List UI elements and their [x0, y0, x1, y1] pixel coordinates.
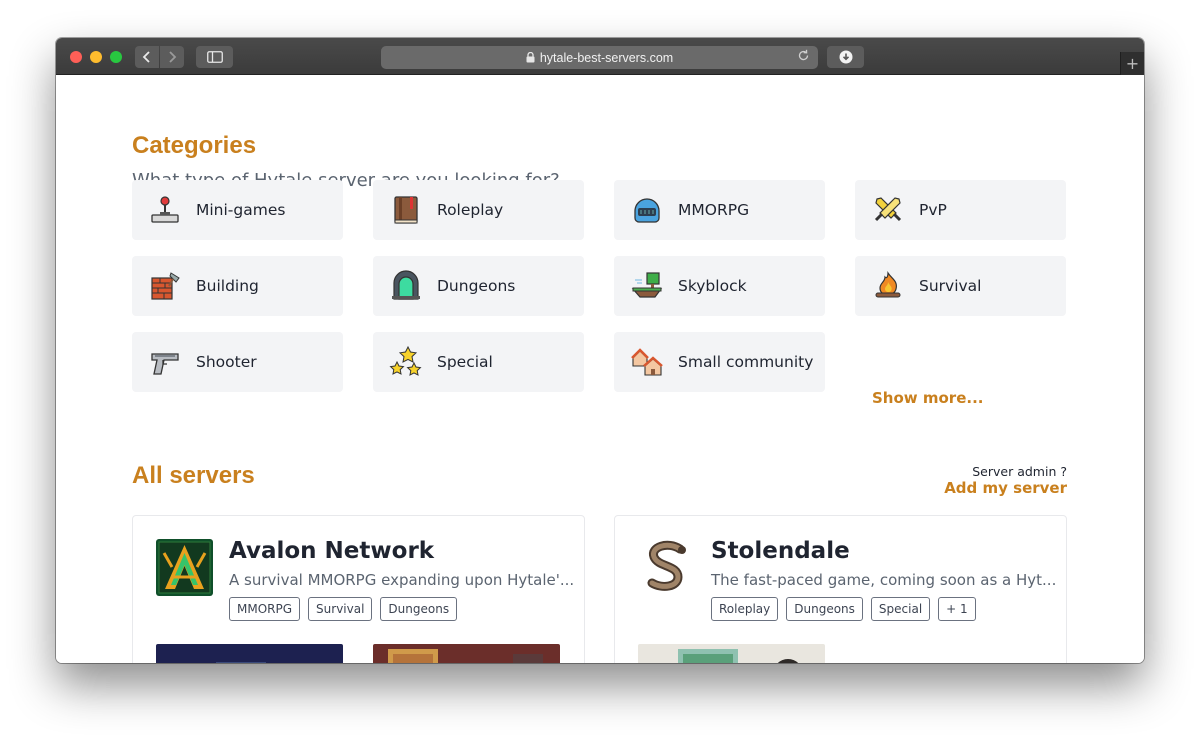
server-screenshot[interactable]: [156, 644, 343, 663]
download-icon: [839, 50, 852, 64]
category-label: Shooter: [196, 353, 257, 371]
categories-heading: Categories: [132, 132, 257, 159]
server-description: A survival MMORPG expanding upon Hytale'…: [229, 571, 575, 589]
server-tags: Roleplay Dungeons Special + 1: [711, 597, 976, 621]
chevron-right-icon: [169, 51, 177, 63]
all-servers-heading: All servers: [132, 462, 255, 489]
stars-icon: [389, 345, 423, 379]
sidebar-toggle-button[interactable]: [196, 46, 233, 68]
category-special[interactable]: Special: [373, 332, 584, 392]
server-admin-question: Server admin ?: [972, 464, 1067, 479]
category-survival[interactable]: Survival: [855, 256, 1066, 316]
new-tab-button[interactable]: +: [1120, 52, 1144, 75]
browser-toolbar: hytale-best-servers.com +: [56, 38, 1144, 75]
category-dungeons[interactable]: Dungeons: [373, 256, 584, 316]
server-tag-more[interactable]: + 1: [938, 597, 976, 621]
sidebar-icon: [206, 51, 223, 63]
category-label: Special: [437, 353, 493, 371]
server-description: The fast-paced game, coming soon as a Hy…: [711, 571, 1057, 589]
server-name[interactable]: Avalon Network: [229, 538, 434, 564]
helmet-icon: [630, 193, 664, 227]
category-mmorpg[interactable]: MMORPG: [614, 180, 825, 240]
browser-window: hytale-best-servers.com + Categories Wha…: [56, 38, 1144, 663]
campfire-icon: [871, 269, 905, 303]
back-button[interactable]: [135, 46, 159, 68]
server-screenshot[interactable]: [855, 644, 1042, 663]
server-screenshot[interactable]: [373, 644, 560, 663]
category-building[interactable]: Building: [132, 256, 343, 316]
address-url: hytale-best-servers.com: [539, 50, 674, 65]
server-card-stolendale[interactable]: Stolendale The fast-paced game, coming s…: [614, 515, 1067, 663]
category-skyblock[interactable]: Skyblock: [614, 256, 825, 316]
close-window-button[interactable]: [70, 51, 82, 63]
category-label: Skyblock: [678, 277, 747, 295]
server-tags: MMORPG Survival Dungeons: [229, 597, 458, 621]
joystick-icon: [148, 193, 182, 227]
lock-icon: [526, 52, 535, 63]
brick-wall-icon: [148, 269, 182, 303]
crossed-swords-icon: [871, 193, 905, 227]
category-mini-games[interactable]: Mini-games: [132, 180, 343, 240]
server-tag[interactable]: Roleplay: [711, 597, 779, 621]
server-tag[interactable]: Survival: [308, 597, 373, 621]
address-bar[interactable]: hytale-best-servers.com: [381, 46, 818, 69]
pistol-icon: [148, 345, 182, 379]
dungeon-door-icon: [389, 269, 423, 303]
server-tag[interactable]: MMORPG: [229, 597, 301, 621]
category-label: PvP: [919, 201, 947, 219]
houses-icon: [630, 345, 664, 379]
category-label: Small community: [678, 353, 814, 371]
minimize-window-button[interactable]: [90, 51, 102, 63]
category-pvp[interactable]: PvP: [855, 180, 1066, 240]
book-icon: [389, 193, 423, 227]
category-label: Survival: [919, 277, 982, 295]
reload-icon[interactable]: [797, 49, 810, 65]
category-label: Building: [196, 277, 259, 295]
category-label: Mini-games: [196, 201, 286, 219]
zoom-window-button[interactable]: [110, 51, 122, 63]
plus-icon: +: [1125, 54, 1140, 73]
server-tag[interactable]: Dungeons: [380, 597, 458, 621]
avalon-logo-icon: [156, 539, 213, 596]
server-screenshot[interactable]: [638, 644, 825, 663]
category-roleplay[interactable]: Roleplay: [373, 180, 584, 240]
category-label: Dungeons: [437, 277, 516, 295]
chevron-left-icon: [142, 51, 150, 63]
server-tag[interactable]: Dungeons: [786, 597, 863, 621]
server-card-avalon[interactable]: Avalon Network A survival MMORPG expandi…: [132, 515, 585, 663]
forward-button[interactable]: [160, 46, 184, 68]
snake-logo-icon: [638, 539, 695, 596]
add-my-server-link[interactable]: Add my server: [944, 479, 1067, 497]
category-small-community[interactable]: Small community: [614, 332, 825, 392]
page-content: Categories What type of Hytale server ar…: [56, 75, 1144, 663]
downloads-button[interactable]: [827, 46, 864, 68]
server-name[interactable]: Stolendale: [711, 538, 850, 564]
category-label: MMORPG: [678, 201, 750, 219]
server-tag[interactable]: Special: [870, 597, 931, 621]
show-more-link[interactable]: Show more...: [872, 389, 983, 407]
category-shooter[interactable]: Shooter: [132, 332, 343, 392]
floating-island-icon: [630, 269, 664, 303]
category-label: Roleplay: [437, 201, 504, 219]
